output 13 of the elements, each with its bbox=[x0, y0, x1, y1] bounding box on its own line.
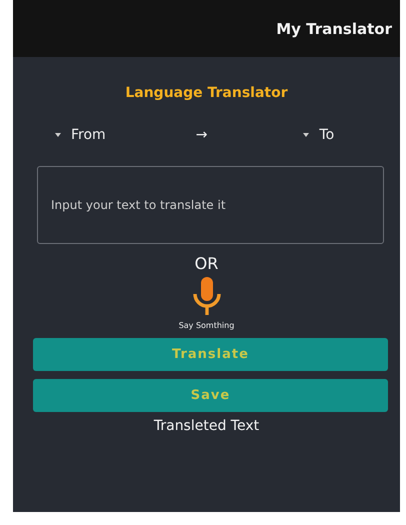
input-field[interactable]: Input your text to translate it bbox=[37, 166, 384, 244]
arrow: → bbox=[196, 127, 208, 143]
or-label: OR bbox=[194, 254, 218, 273]
voice-caption: Say Somthing bbox=[178, 321, 234, 330]
microphone-button[interactable] bbox=[192, 277, 222, 315]
app-title: My Translator bbox=[276, 20, 392, 38]
from-language-dropdown[interactable]: From bbox=[55, 127, 106, 143]
to-language-dropdown[interactable]: To bbox=[303, 127, 334, 143]
output-label: Transleted Text bbox=[154, 418, 260, 434]
microphone-icon bbox=[192, 277, 222, 315]
caret-icon bbox=[55, 133, 61, 137]
caret-icon bbox=[303, 133, 310, 137]
heading: Language Translator bbox=[125, 85, 288, 101]
